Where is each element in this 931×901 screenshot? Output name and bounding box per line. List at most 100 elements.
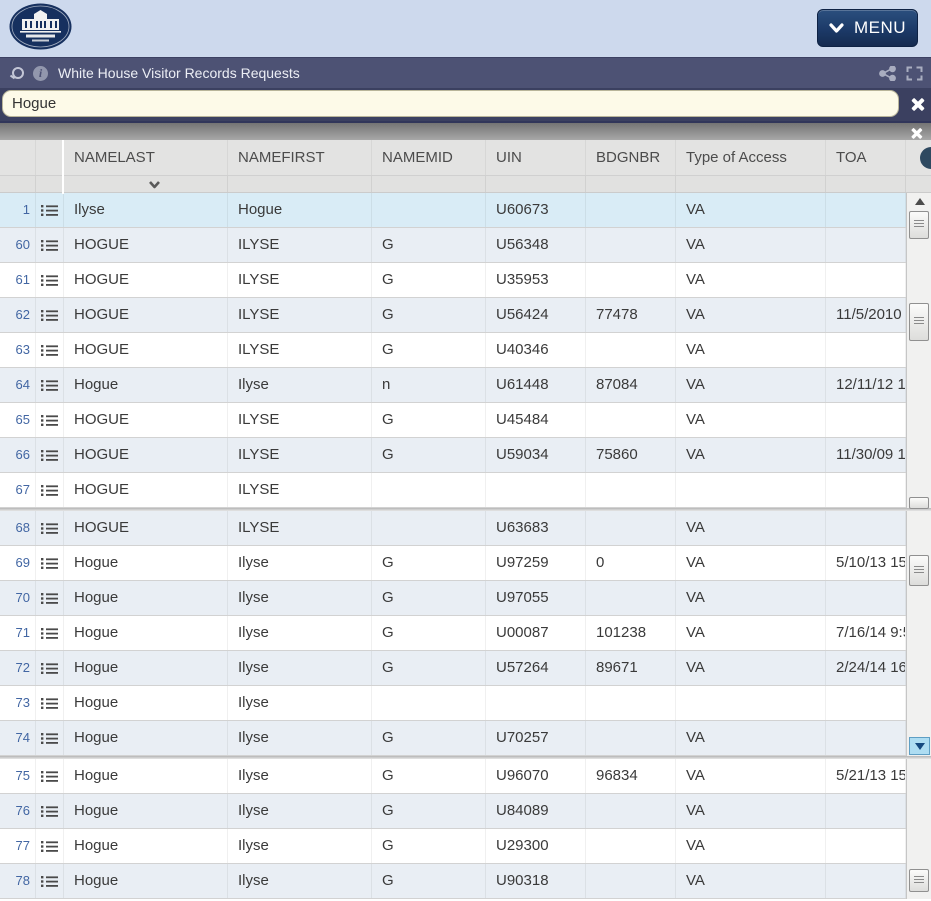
- column-header-type-of-access[interactable]: Type of Access: [676, 140, 826, 175]
- cell-toa[interactable]: [826, 794, 906, 828]
- share-icon[interactable]: [879, 65, 896, 81]
- cell-namemid[interactable]: G: [372, 721, 486, 755]
- row-menu-cell[interactable]: [36, 759, 64, 793]
- cell-bdgnbr[interactable]: [586, 581, 676, 615]
- cell-namelast[interactable]: Hogue: [64, 721, 228, 755]
- row-number[interactable]: 67: [0, 473, 36, 507]
- cell-namefirst[interactable]: ILYSE: [228, 438, 372, 472]
- cell-uin[interactable]: U59034: [486, 438, 586, 472]
- cell-namelast[interactable]: Hogue: [64, 546, 228, 580]
- row-number[interactable]: 73: [0, 686, 36, 720]
- cell-namelast[interactable]: Hogue: [64, 651, 228, 685]
- row-menu-cell[interactable]: [36, 721, 64, 755]
- cell-uin[interactable]: U84089: [486, 794, 586, 828]
- row-number[interactable]: 60: [0, 228, 36, 262]
- cell-toa[interactable]: [826, 333, 906, 367]
- cell-access[interactable]: VA: [676, 263, 826, 297]
- cell-namefirst[interactable]: Ilyse: [228, 759, 372, 793]
- table-row[interactable]: 1 Ilyse Hogue U60673 VA: [0, 193, 906, 228]
- cell-access[interactable]: VA: [676, 864, 826, 898]
- scrollbar-thumb[interactable]: [909, 555, 929, 586]
- scrollbar-track[interactable]: [906, 193, 931, 509]
- cell-toa[interactable]: 11/5/2010 1: [826, 298, 906, 332]
- cell-namemid[interactable]: G: [372, 298, 486, 332]
- expand-icon[interactable]: [906, 66, 923, 81]
- column-header-bdgnbr[interactable]: BDGNBR: [586, 140, 676, 175]
- cell-uin[interactable]: U61448: [486, 368, 586, 402]
- menu-button[interactable]: MENU: [817, 9, 918, 47]
- cell-namemid[interactable]: G: [372, 616, 486, 650]
- table-row[interactable]: 69 Hogue Ilyse G U97259 0 VA 5/10/13 15: [0, 546, 906, 581]
- cell-bdgnbr[interactable]: [586, 333, 676, 367]
- cell-uin[interactable]: U97055: [486, 581, 586, 615]
- cell-bdgnbr[interactable]: [586, 686, 676, 720]
- cell-namemid[interactable]: [372, 193, 486, 227]
- column-header-namefirst[interactable]: NAMEFIRST: [228, 140, 372, 175]
- cell-toa[interactable]: [826, 193, 906, 227]
- cell-namelast[interactable]: Hogue: [64, 794, 228, 828]
- cell-bdgnbr[interactable]: [586, 473, 676, 507]
- cell-bdgnbr[interactable]: [586, 193, 676, 227]
- cell-namemid[interactable]: G: [372, 438, 486, 472]
- cell-uin[interactable]: U29300: [486, 829, 586, 863]
- cell-access[interactable]: VA: [676, 794, 826, 828]
- cell-namefirst[interactable]: Ilyse: [228, 864, 372, 898]
- cell-namefirst[interactable]: Ilyse: [228, 829, 372, 863]
- row-menu-cell[interactable]: [36, 263, 64, 297]
- cell-uin[interactable]: U70257: [486, 721, 586, 755]
- row-menu-cell[interactable]: [36, 403, 64, 437]
- cell-namelast[interactable]: HOGUE: [64, 473, 228, 507]
- row-number[interactable]: 63: [0, 333, 36, 367]
- cell-namefirst[interactable]: Ilyse: [228, 546, 372, 580]
- cell-access[interactable]: VA: [676, 298, 826, 332]
- table-row[interactable]: 60 HOGUE ILYSE G U56348 VA: [0, 228, 906, 263]
- row-menu-cell[interactable]: [36, 368, 64, 402]
- cell-namefirst[interactable]: Ilyse: [228, 616, 372, 650]
- row-number[interactable]: 1: [0, 193, 36, 227]
- cell-namemid[interactable]: [372, 473, 486, 507]
- row-menu-icon[interactable]: [41, 557, 58, 570]
- search-input[interactable]: [2, 90, 899, 117]
- cell-access[interactable]: VA: [676, 511, 826, 545]
- cell-namelast[interactable]: HOGUE: [64, 298, 228, 332]
- column-header-toa[interactable]: TOA: [826, 140, 906, 175]
- row-menu-icon[interactable]: [41, 875, 58, 888]
- cell-namemid[interactable]: G: [372, 228, 486, 262]
- cell-bdgnbr[interactable]: 96834: [586, 759, 676, 793]
- scrollbar-thumb[interactable]: [909, 497, 929, 509]
- row-menu-icon[interactable]: [41, 449, 58, 462]
- cell-uin[interactable]: U60673: [486, 193, 586, 227]
- table-row[interactable]: 64 Hogue Ilyse n U61448 87084 VA 12/11/12 1: [0, 368, 906, 403]
- cell-namelast[interactable]: Hogue: [64, 759, 228, 793]
- table-row[interactable]: 74 Hogue Ilyse G U70257 VA: [0, 721, 906, 756]
- cell-namemid[interactable]: [372, 686, 486, 720]
- cell-namefirst[interactable]: ILYSE: [228, 228, 372, 262]
- cell-namelast[interactable]: HOGUE: [64, 511, 228, 545]
- table-row[interactable]: 73 Hogue Ilyse: [0, 686, 906, 721]
- row-menu-cell[interactable]: [36, 511, 64, 545]
- cell-namefirst[interactable]: ILYSE: [228, 298, 372, 332]
- cell-access[interactable]: VA: [676, 616, 826, 650]
- table-row[interactable]: 62 HOGUEILYSEGU5642477478VA11/5/2010 1: [0, 298, 906, 333]
- row-number[interactable]: 66: [0, 438, 36, 472]
- column-header-uin[interactable]: UIN: [486, 140, 586, 175]
- cell-namelast[interactable]: Ilyse: [64, 193, 228, 227]
- cell-namemid[interactable]: G: [372, 829, 486, 863]
- cell-bdgnbr[interactable]: [586, 263, 676, 297]
- cell-namefirst[interactable]: Ilyse: [228, 651, 372, 685]
- row-menu-icon[interactable]: [41, 484, 58, 497]
- table-row[interactable]: 61 HOGUE ILYSE G U35953 VA: [0, 263, 906, 298]
- cell-namefirst[interactable]: Ilyse: [228, 368, 372, 402]
- cell-access[interactable]: VA: [676, 368, 826, 402]
- cell-bdgnbr[interactable]: [586, 228, 676, 262]
- cell-namelast[interactable]: HOGUE: [64, 333, 228, 367]
- row-number[interactable]: 70: [0, 581, 36, 615]
- cell-toa[interactable]: [826, 403, 906, 437]
- sort-chevron-icon[interactable]: [148, 180, 161, 189]
- cell-bdgnbr[interactable]: 101238: [586, 616, 676, 650]
- row-menu-cell[interactable]: [36, 228, 64, 262]
- scrollbar-thumb[interactable]: [909, 303, 929, 341]
- row-menu-icon[interactable]: [41, 770, 58, 783]
- row-menu-icon[interactable]: [41, 204, 58, 217]
- cell-namelast[interactable]: Hogue: [64, 581, 228, 615]
